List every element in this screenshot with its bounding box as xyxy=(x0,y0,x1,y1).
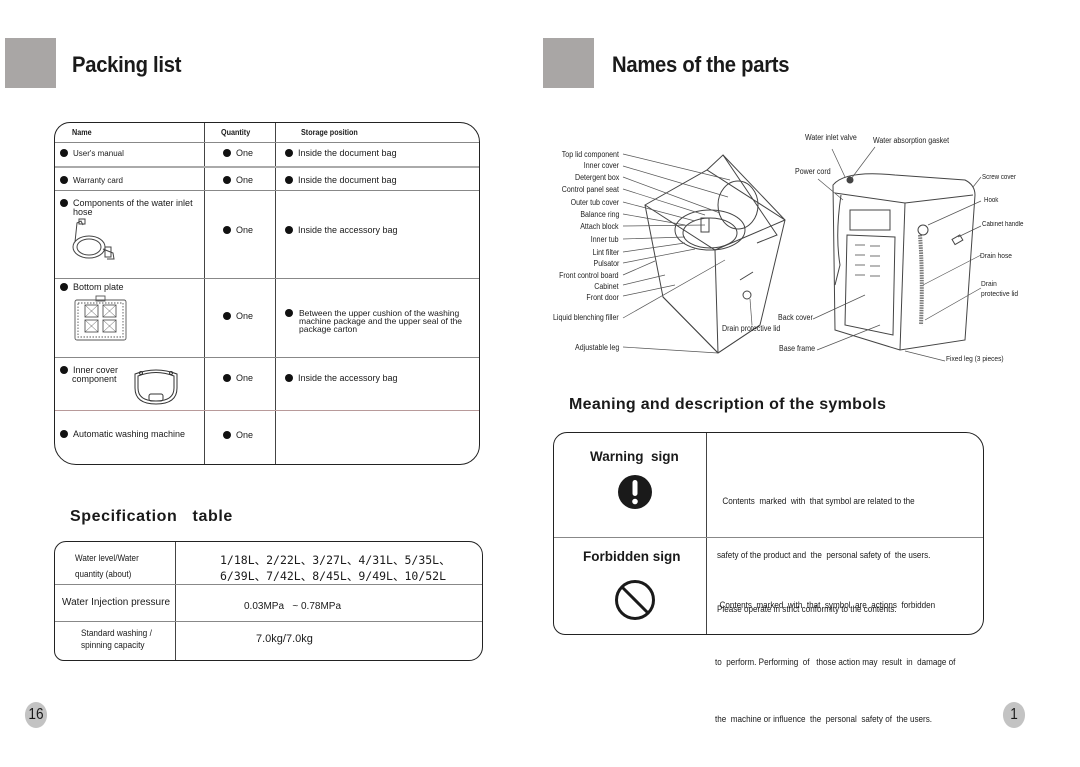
header-quantity: Quantity xyxy=(221,128,251,137)
part-label: Control panel seat xyxy=(561,185,619,194)
exclamation-circle-icon xyxy=(618,475,652,509)
parts-diagram: Top lid component Inner cover Detergent … xyxy=(545,125,1045,370)
header-storage-position: Storage position xyxy=(301,128,358,137)
part-label: Top lid component xyxy=(561,150,619,159)
page-number-right: 1 xyxy=(1002,702,1026,728)
part-label: Cabinet handle xyxy=(982,221,1024,228)
packing-list-table: Name Quantity Storage position User's ma… xyxy=(54,122,480,465)
forbidden-sign-description: Contents marked with that symbol are act… xyxy=(715,600,956,724)
symbols-section-title: Meaning and description of the symbols xyxy=(569,396,887,413)
part-label: Pulsator xyxy=(593,259,619,268)
part-label: Water absorption gasket xyxy=(873,136,950,145)
spec-value-water-level: 1/18L、2/22L、3/27L、4/31L、5/35L、 6/39L、7/4… xyxy=(220,553,451,583)
spec-value-capacity: 7.0kg/7.0kg xyxy=(256,633,313,645)
prohibited-icon xyxy=(615,580,655,620)
table-row-qty: One xyxy=(223,312,253,321)
spec-label-water-level: Water level/Water quantity (about) xyxy=(75,553,139,579)
part-label: Balance ring xyxy=(579,210,619,219)
part-label: Front control board xyxy=(559,271,619,280)
spec-label-injection-pressure: Water Injection pressure xyxy=(62,597,171,608)
table-row-storage: Inside the accessory bag xyxy=(285,374,398,383)
table-row: Inner cover component xyxy=(60,366,120,384)
spec-label-capacity: Standard washing / spinning capacity xyxy=(81,628,152,650)
part-label: Cabinet xyxy=(594,282,619,291)
part-label: Adjustable leg xyxy=(574,343,619,352)
warning-sign-label: Warning sign xyxy=(590,449,679,464)
page-number-left: 16 xyxy=(24,702,48,728)
part-label: Front door xyxy=(586,293,619,302)
part-label: Fixed leg (3 pieces) xyxy=(946,354,1004,363)
bottom-plate-illustration xyxy=(74,295,127,341)
part-label: Drain hose xyxy=(980,251,1012,260)
table-row: Warranty card xyxy=(60,176,123,185)
part-label: Lint filter xyxy=(592,248,619,257)
table-row-qty: One xyxy=(223,431,253,440)
spec-value-injection-pressure: 0.03MPa ~ 0.78MPa xyxy=(244,601,342,612)
water-inlet-hose-illustration xyxy=(72,218,115,260)
part-label: Drain protective lid xyxy=(981,279,1019,298)
table-row: Automatic washing machine xyxy=(60,430,185,439)
part-label: Drain protective lid xyxy=(722,324,781,333)
table-row-storage: Inside the document bag xyxy=(285,176,397,185)
table-row: User's manual xyxy=(60,149,124,158)
symbols-table: Warning sign Contents marked with that s… xyxy=(553,432,984,724)
section-marker-block xyxy=(5,38,56,88)
table-row-qty: One xyxy=(223,149,253,158)
page-title-names-of-parts: Names of the parts xyxy=(612,52,790,77)
section-marker-block xyxy=(543,38,594,88)
part-label: Inner cover xyxy=(583,161,619,170)
table-row-qty: One xyxy=(223,226,253,235)
part-label: Liquid blenching filler xyxy=(553,313,619,322)
part-label: Detergent box xyxy=(574,173,619,182)
table-row-storage: Between the upper cushion of the washing… xyxy=(285,309,477,333)
header-name: Name xyxy=(72,128,92,137)
part-label: Inner tub xyxy=(591,235,619,244)
spec-table-title: Specification table xyxy=(70,508,233,525)
part-label: Attach block xyxy=(580,222,619,231)
table-row-qty: One xyxy=(223,374,253,383)
table-row-storage: Inside the document bag xyxy=(285,149,397,158)
part-label: Outer tub cover xyxy=(570,198,619,207)
washing-machine-front-illustration xyxy=(622,146,982,362)
part-label: Base frame xyxy=(779,344,815,353)
table-row-qty: One xyxy=(223,176,253,185)
page-title-packing-list: Packing list xyxy=(72,52,182,77)
table-row-storage: Inside the accessory bag xyxy=(285,226,398,235)
part-label: Hook xyxy=(984,197,999,204)
specification-table: Water level/Water quantity (about) 1/18L… xyxy=(54,541,483,661)
forbidden-sign-label: Forbidden sign xyxy=(583,549,681,564)
part-label: Water inlet valve xyxy=(805,133,857,142)
inner-cover-illustration xyxy=(134,369,178,405)
part-label: Power cord xyxy=(795,167,831,176)
table-row: Bottom plate xyxy=(60,283,124,292)
part-label: Back cover xyxy=(778,313,813,322)
table-row: Components of the water inlet hose xyxy=(60,199,200,217)
part-label: Screw cover xyxy=(982,174,1016,181)
